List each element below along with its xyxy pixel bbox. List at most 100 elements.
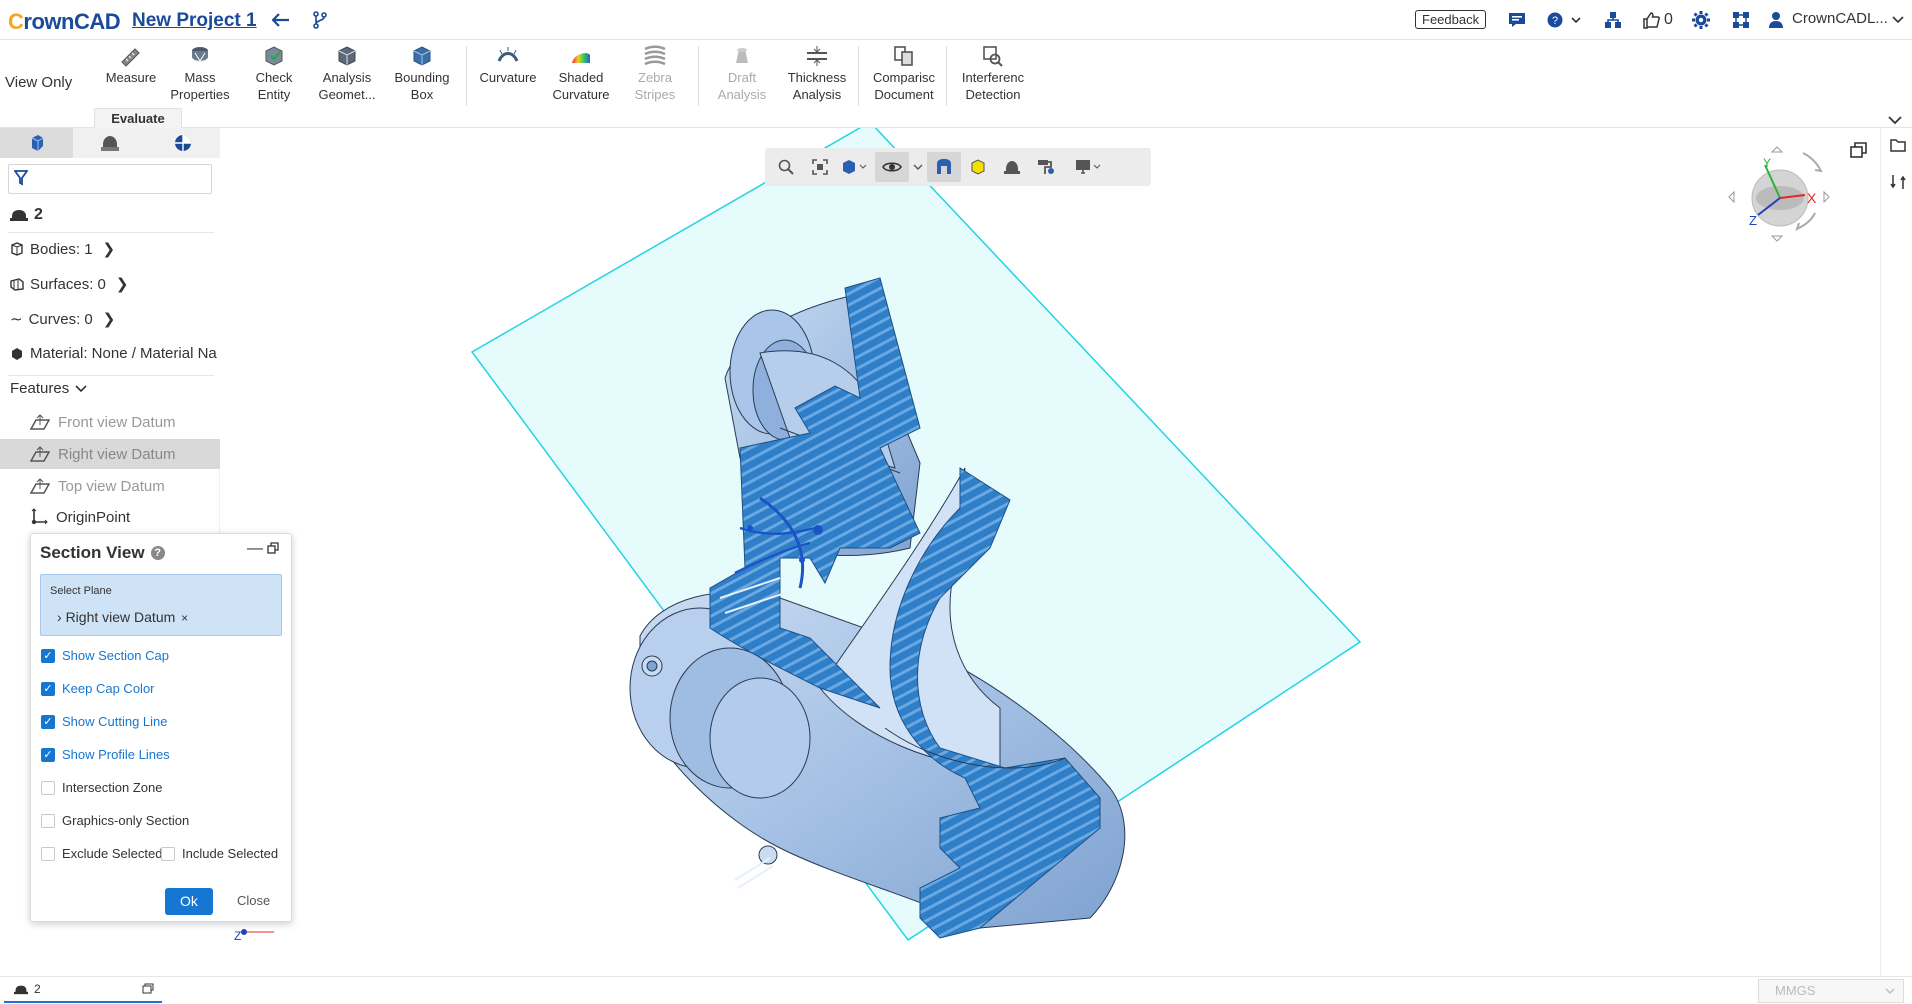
material-node[interactable]: Material: None / Material Na (10, 345, 217, 362)
appearance-globe-icon (175, 135, 192, 151)
user-menu-chevron-icon[interactable] (1892, 8, 1904, 32)
zoom-icon[interactable] (769, 152, 803, 182)
feedback-button[interactable]: Feedback (1415, 10, 1487, 29)
analysis-geometry-button[interactable]: Analysis Geomet... (309, 44, 385, 106)
shaded-curvature-label-2: Curvature (552, 87, 610, 102)
view-cube-triad[interactable]: Y X Z (1725, 143, 1835, 253)
chat-icon[interactable] (1508, 8, 1526, 32)
popout-window-icon[interactable] (267, 542, 279, 557)
3d-viewport[interactable]: Y X Z X Z (220, 128, 1880, 976)
feature-origin-point[interactable]: OriginPoint (0, 502, 220, 532)
swap-icon[interactable] (1890, 174, 1906, 195)
curvature-button[interactable]: Curvature (470, 44, 546, 106)
bounding-box-button[interactable]: Bounding Box (384, 44, 460, 106)
keep-cap-color-checkbox[interactable]: ✓ Keep Cap Color (41, 681, 155, 696)
visibility-chevron-icon[interactable] (909, 152, 927, 182)
selected-plane-chip[interactable]: › Right view Datum × (57, 609, 188, 625)
checkbox-checked-icon[interactable]: ✓ (41, 681, 55, 696)
checkbox-unchecked-icon[interactable] (41, 780, 55, 795)
show-profile-lines-checkbox[interactable]: ✓ Show Profile Lines (41, 747, 170, 762)
checkbox-unchecked-icon[interactable] (41, 813, 55, 828)
tree-filter-input[interactable] (8, 164, 212, 194)
view-orientation-icon[interactable] (837, 152, 871, 182)
feature-front-view-datum[interactable]: Front view Datum (0, 407, 220, 437)
user-name[interactable]: CrownCADL... (1792, 10, 1888, 27)
close-button[interactable]: Close (237, 893, 270, 908)
document-tab-label: 2 (34, 982, 41, 996)
project-title[interactable]: New Project 1 (132, 10, 257, 32)
unit-chevron-down-icon[interactable] (1885, 980, 1895, 1002)
appearance-icon[interactable] (995, 152, 1029, 182)
graphics-only-section-checkbox[interactable]: Graphics-only Section (41, 813, 189, 828)
restore-window-icon[interactable] (1850, 142, 1868, 163)
like-thumb-icon[interactable] (1642, 8, 1660, 32)
shaded-curvature-button[interactable]: Shaded Curvature (543, 44, 619, 106)
bounding-box-label-1: Bounding (394, 70, 450, 85)
interference-detection-button[interactable]: Interferenc Detection (955, 44, 1031, 106)
back-arrow-icon[interactable] (272, 8, 290, 32)
draft-analysis-button[interactable]: Draft Analysis (704, 44, 780, 106)
feature-right-view-datum[interactable]: Right view Datum (0, 439, 220, 469)
display-style-icon[interactable] (961, 152, 995, 182)
features-header[interactable]: Features (10, 380, 87, 397)
document-tab[interactable]: 2 (4, 977, 162, 1003)
measure-button[interactable]: Measure (93, 44, 169, 106)
crowncad-logo[interactable]: CrownCAD (8, 9, 121, 35)
expand-chevron-icon[interactable]: ❯ (103, 240, 116, 258)
checkbox-checked-icon[interactable]: ✓ (41, 648, 55, 663)
features-chevron-down-icon[interactable] (75, 384, 87, 393)
folder-icon[interactable] (1890, 138, 1906, 157)
checkbox-checked-icon[interactable]: ✓ (41, 714, 55, 729)
section-view-header: Section View ? (40, 543, 165, 563)
apps-grid-icon[interactable] (1732, 8, 1750, 32)
zoom-fit-icon[interactable] (803, 152, 837, 182)
checkbox-unchecked-icon[interactable] (41, 846, 55, 861)
unit-system-value: MMGS (1775, 983, 1816, 998)
exclude-selected-checkbox[interactable]: Exclude Selected (41, 846, 162, 861)
display-monitor-icon[interactable] (1071, 152, 1105, 182)
section-view-icon[interactable] (927, 152, 961, 182)
checkbox-checked-icon[interactable]: ✓ (41, 747, 55, 762)
part-node[interactable]: 2 (10, 206, 43, 224)
curves-node[interactable]: ∼ Curves: 0 ❯ (10, 310, 116, 329)
model-canvas[interactable] (220, 128, 1880, 976)
thickness-analysis-button[interactable]: Thickness Analysis (779, 44, 855, 106)
top-bar: CrownCAD New Project 1 Feedback ? 0 Crow… (0, 0, 1912, 40)
tab-configuration[interactable] (73, 128, 146, 158)
bodies-node[interactable]: Bodies: 1 ❯ (10, 240, 115, 258)
paint-brush-icon[interactable] (1029, 152, 1063, 182)
tab-restore-icon[interactable] (142, 983, 154, 997)
surfaces-icon (10, 278, 24, 291)
tab-evaluate[interactable]: Evaluate (94, 108, 182, 128)
checkbox-unchecked-icon[interactable] (161, 846, 175, 861)
mass-properties-button[interactable]: Mass Properties (162, 44, 238, 106)
filter-funnel-icon[interactable] (13, 170, 29, 191)
branch-icon[interactable] (312, 8, 328, 32)
check-entity-button[interactable]: Check Entity (236, 44, 312, 106)
show-cutting-line-checkbox[interactable]: ✓ Show Cutting Line (41, 714, 168, 729)
zebra-stripes-button[interactable]: Zebra Stripes (617, 44, 693, 106)
mass-properties-label-2: Properties (170, 87, 230, 102)
expand-chevron-icon[interactable]: ❯ (116, 275, 129, 293)
mass-properties-icon (186, 44, 214, 68)
minimize-icon[interactable]: — (247, 540, 263, 558)
select-plane-box[interactable]: Select Plane › Right view Datum × (40, 574, 282, 636)
share-nodes-icon[interactable] (1604, 8, 1622, 32)
expand-chevron-icon[interactable]: ❯ (103, 310, 116, 328)
unit-system-select[interactable]: MMGS (1758, 979, 1904, 1003)
include-selected-checkbox[interactable]: Include Selected (161, 846, 278, 861)
surfaces-node[interactable]: Surfaces: 0 ❯ (10, 275, 128, 293)
remove-x-icon[interactable]: × (181, 611, 188, 625)
compare-document-button[interactable]: Comparisc Document (866, 44, 942, 106)
tab-appearance[interactable] (147, 128, 220, 158)
visibility-eye-icon[interactable] (875, 152, 909, 182)
help-globe-icon[interactable]: ? (1546, 8, 1582, 32)
help-question-icon[interactable]: ? (150, 546, 165, 560)
settings-gear-icon[interactable] (1692, 8, 1710, 32)
user-avatar-icon[interactable] (1768, 8, 1784, 32)
feature-top-view-datum[interactable]: Top view Datum (0, 471, 220, 501)
ok-button[interactable]: Ok (165, 888, 213, 915)
intersection-zone-checkbox[interactable]: Intersection Zone (41, 780, 162, 795)
tab-feature-tree[interactable] (0, 128, 74, 158)
show-section-cap-checkbox[interactable]: ✓ Show Section Cap (41, 648, 169, 663)
